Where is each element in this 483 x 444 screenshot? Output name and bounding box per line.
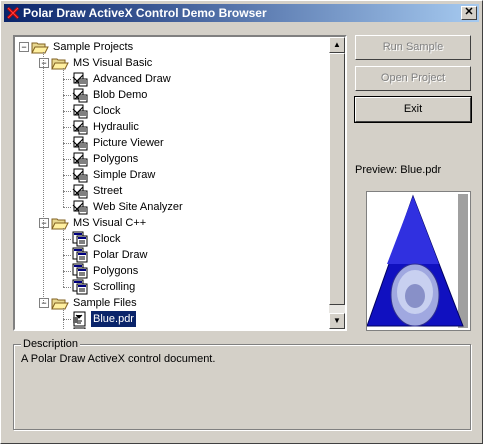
tree-item-label: Advanced Draw (93, 73, 171, 85)
pdr-file-icon (71, 327, 89, 329)
tree-connector (63, 239, 71, 240)
tree-item-label: Blob Demo (93, 89, 148, 101)
tree-connector (63, 95, 71, 96)
title-bar[interactable]: Polar Draw ActiveX Control Demo Browser … (4, 4, 479, 22)
open-project-button[interactable]: Open Project (355, 66, 471, 91)
tree-item-label: Blue.pdr (90, 310, 137, 328)
folder-open-icon (31, 39, 49, 55)
description-title: Description (21, 338, 81, 350)
vc-project-icon (71, 231, 89, 247)
app-icon (6, 6, 20, 20)
tree-vertical-scrollbar[interactable]: ▲ ▼ (329, 37, 345, 329)
tree-connector (63, 111, 71, 112)
collapse-icon[interactable]: − (19, 42, 29, 52)
tree-connector (63, 175, 71, 176)
description-text: A Polar Draw ActiveX control document. (21, 353, 216, 365)
project-tree[interactable]: − Sample Projects − MS Visual Basic Advanced… (13, 35, 347, 331)
tree-item-label: Clouds.pdr (91, 327, 148, 329)
tree-item-label: Web Site Analyzer (93, 201, 183, 213)
tree-connector (63, 308, 64, 329)
vb-project-icon (71, 151, 89, 167)
tree-item-label: Sample Projects (53, 41, 134, 53)
tree-item[interactable]: − Sample Projects (15, 39, 329, 55)
arrow-down-icon: ▼ (333, 316, 341, 325)
tree-item-label: Picture Viewer (93, 137, 164, 149)
vb-project-icon (71, 135, 89, 151)
tree-connector (63, 127, 71, 128)
tree-connector (63, 287, 71, 288)
tree-item-label: Clock (93, 233, 121, 245)
window-title: Polar Draw ActiveX Control Demo Browser (23, 6, 267, 20)
tree-item-label: MS Visual C++ (73, 217, 147, 229)
app-window: Polar Draw ActiveX Control Demo Browser … (0, 0, 483, 444)
tree-item-label: Sample Files (73, 297, 137, 309)
pdr-file-icon (71, 311, 89, 327)
tree-connector (63, 228, 64, 287)
tree-connector (63, 191, 71, 192)
tree-connector (63, 271, 71, 272)
exit-button[interactable]: Exit (354, 96, 472, 123)
vb-project-icon (71, 71, 89, 87)
tree-connector (43, 52, 44, 303)
tree-item-label: Hydraulic (93, 121, 139, 133)
vc-project-icon (71, 279, 89, 295)
tree-item-label: Clock (93, 105, 121, 117)
collapse-icon[interactable]: − (39, 218, 49, 228)
run-sample-button[interactable]: Run Sample (355, 35, 471, 60)
tree-connector (63, 159, 71, 160)
close-icon: ✕ (464, 6, 474, 18)
close-button[interactable]: ✕ (461, 6, 477, 20)
tree-connector (63, 79, 71, 80)
vb-project-icon (71, 167, 89, 183)
vb-project-icon (71, 87, 89, 103)
tree-content: − Sample Projects − MS Visual Basic Advanced… (15, 37, 329, 329)
vb-project-icon (71, 183, 89, 199)
vb-project-icon (71, 199, 89, 215)
tree-item-label: Polygons (93, 153, 139, 165)
tree-item-label: Street (93, 185, 123, 197)
folder-open-icon (51, 55, 69, 71)
tree-connector (63, 68, 64, 207)
tree-item-label: MS Visual Basic (73, 57, 153, 69)
tree-item-label: Simple Draw (93, 169, 156, 181)
collapse-icon[interactable]: − (39, 58, 49, 68)
tree-item-label: Polar Draw (93, 249, 148, 261)
scroll-down-button[interactable]: ▼ (329, 313, 345, 329)
preview-label: Preview: Blue.pdr (355, 164, 442, 176)
folder-open-icon (51, 215, 69, 231)
tree-connector (63, 255, 71, 256)
folder-open-icon (51, 295, 69, 311)
vb-project-icon (71, 103, 89, 119)
vb-project-icon (71, 119, 89, 135)
preview-pane (366, 191, 471, 331)
arrow-up-icon: ▲ (333, 40, 341, 49)
tree-connector (63, 319, 71, 320)
vc-project-icon (71, 263, 89, 279)
tree-item-label: Polygons (93, 265, 139, 277)
tree-connector (63, 207, 71, 208)
tree-item-label: Scrolling (93, 281, 136, 293)
collapse-icon[interactable]: − (39, 298, 49, 308)
scroll-up-button[interactable]: ▲ (329, 37, 345, 53)
preview-image (366, 192, 470, 330)
tree-connector (63, 143, 71, 144)
scroll-thumb[interactable] (329, 53, 345, 305)
vc-project-icon (71, 247, 89, 263)
